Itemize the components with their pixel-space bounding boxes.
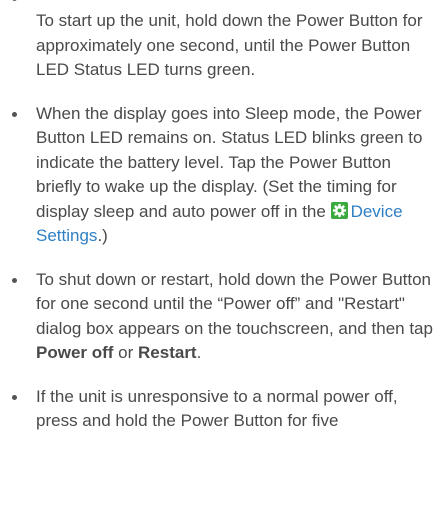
- item-text-end: .: [196, 343, 202, 362]
- power-off-label: Power off: [36, 343, 114, 362]
- list-item: To shut down or restart, hold down the P…: [0, 268, 441, 366]
- instructions-page: To start up the unit, hold down the Powe…: [0, 0, 441, 508]
- settings-gear-icon: [330, 201, 348, 219]
- instruction-list: To start up the unit, hold down the Powe…: [0, 0, 441, 434]
- item-text: To start up the unit, hold down the Powe…: [36, 11, 423, 79]
- list-item: If the unit is unresponsive to a normal …: [0, 385, 441, 434]
- list-item: To start up the unit, hold down the Powe…: [0, 0, 441, 83]
- item-text: To shut down or restart, hold down the P…: [36, 269, 433, 338]
- bullet-icon: [12, 277, 17, 283]
- item-text: If the unit is unresponsive to a normal …: [36, 386, 398, 431]
- restart-label: Restart: [138, 343, 197, 362]
- bullet-icon: [12, 394, 17, 400]
- bullet-icon: [12, 111, 17, 117]
- item-text-end: .): [97, 226, 108, 245]
- list-item: When the display goes into Sleep mode, t…: [0, 102, 441, 249]
- bullet-icon: [12, 0, 17, 1]
- item-text-mid: or: [113, 343, 139, 362]
